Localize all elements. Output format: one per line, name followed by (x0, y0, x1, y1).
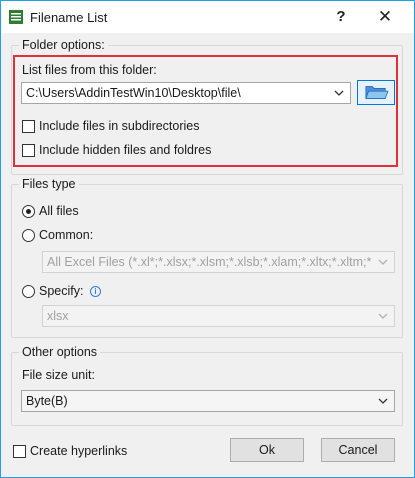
folder-path-combo[interactable]: C:\Users\AddinTestWin10\Desktop\file\ (21, 82, 351, 104)
include-subdirectories-label[interactable]: Include files in subdirectories (39, 119, 200, 133)
folder-options-label: Folder options: (19, 38, 108, 52)
include-hidden-checkbox[interactable] (22, 144, 35, 157)
files-type-label: Files type (19, 177, 79, 191)
specify-filetype-combo[interactable]: xlsx (42, 305, 395, 327)
close-button[interactable]: ✕ (375, 6, 395, 28)
list-files-label: List files from this folder: (22, 63, 157, 77)
window-title: Filename List (30, 10, 108, 25)
radio-selected-dot (26, 209, 31, 214)
chevron-down-icon[interactable] (376, 393, 390, 409)
all-files-radio[interactable] (22, 205, 35, 218)
all-files-label[interactable]: All files (39, 204, 79, 218)
other-options-group (11, 352, 403, 426)
help-button[interactable]: ? (331, 6, 351, 28)
folder-path-value: C:\Users\AddinTestWin10\Desktop\file\ (26, 86, 241, 100)
include-hidden-label[interactable]: Include hidden files and foldres (39, 143, 211, 157)
chevron-down-icon[interactable] (376, 308, 390, 324)
title-bar: Filename List ? ✕ (1, 1, 414, 33)
common-label[interactable]: Common: (39, 228, 93, 242)
filename-list-dialog: Filename List ? ✕ Folder options: List f… (0, 0, 415, 478)
chevron-down-icon[interactable] (376, 254, 390, 270)
specify-radio[interactable] (22, 285, 35, 298)
ok-button[interactable]: Ok (230, 438, 304, 462)
other-options-label: Other options (19, 345, 101, 359)
info-icon[interactable]: i (90, 286, 101, 297)
create-hyperlinks-checkbox[interactable] (13, 445, 26, 458)
common-filetype-value: All Excel Files (*.xl*;*.xlsx;*.xlsm;*.x… (47, 255, 372, 269)
specify-label[interactable]: Specify: (39, 284, 83, 298)
file-size-unit-value: Byte(B) (26, 394, 68, 408)
common-filetype-combo[interactable]: All Excel Files (*.xl*;*.xlsx;*.xlsm;*.x… (42, 251, 395, 273)
file-size-unit-label: File size unit: (22, 368, 95, 382)
file-size-unit-select[interactable]: Byte(B) (21, 390, 395, 412)
common-radio[interactable] (22, 229, 35, 242)
include-subdirectories-checkbox[interactable] (22, 120, 35, 133)
browse-folder-button[interactable] (357, 80, 395, 105)
specify-filetype-value: xlsx (47, 309, 69, 323)
chevron-down-icon[interactable] (332, 85, 346, 101)
create-hyperlinks-label[interactable]: Create hyperlinks (30, 444, 127, 458)
cancel-button[interactable]: Cancel (321, 438, 395, 462)
app-icon (9, 10, 23, 24)
folder-icon (365, 86, 389, 99)
